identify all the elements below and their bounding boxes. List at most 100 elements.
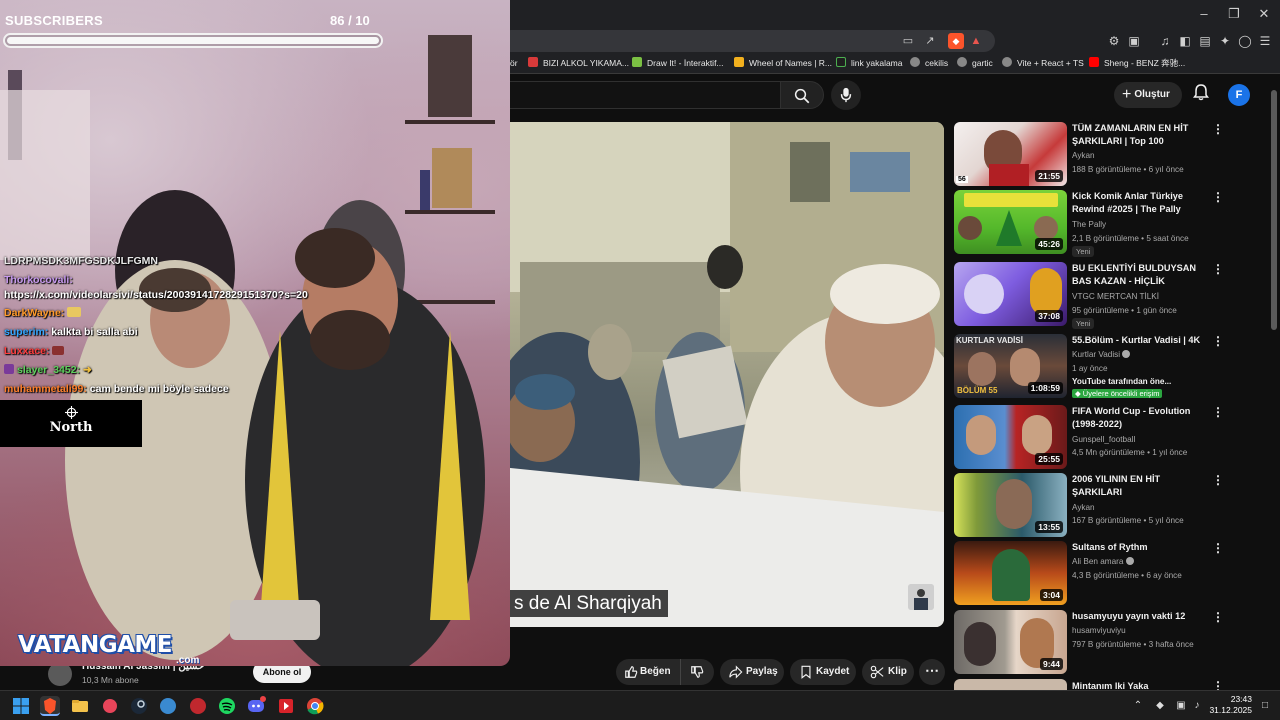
network-icon[interactable]: ▣ [1174,699,1188,713]
video-player[interactable]: s de Al Sharqiyah [500,122,944,627]
like-button[interactable]: Beğen [616,659,680,685]
video-options-icon[interactable]: ⋮ [1212,190,1224,206]
wallet-icon[interactable]: ▤ [1196,32,1214,50]
bookmark-4[interactable]: link yakalama [836,56,903,71]
video-thumbnail[interactable]: 13:55 [954,473,1067,537]
video-options-icon[interactable]: ⋮ [1212,122,1224,138]
video-thumbnail[interactable]: 3:04 [954,541,1067,605]
video-title[interactable]: FIFA World Cup - Evolution (1998-2022) [1072,405,1212,431]
leo-ai-icon[interactable]: ✦ [1216,32,1234,50]
channel-watermark[interactable] [908,584,934,610]
video-thumbnail[interactable]: KURTLAR VADİSİ BÖLÜM 55 1:08:59 [954,334,1067,398]
tray-overflow-icon[interactable]: ⌃ [1131,699,1145,713]
video-title[interactable]: Sultans of Rythm [1072,541,1212,554]
video-title[interactable]: TÜM ZAMANLARIN EN HİT ŞARKILARI | Top 10… [1072,122,1212,148]
page-scrollbar[interactable] [1271,90,1277,330]
bookmark-1[interactable]: BIZI ALKOL YIKAMA... [528,56,629,71]
related-video-item[interactable]: Mintanım Iki Yaka ⋮ [954,679,1254,690]
video-options-icon[interactable]: ⋮ [1212,541,1224,557]
windows-start-icon[interactable] [11,696,31,716]
media-icon[interactable]: ♫ [1156,32,1174,50]
file-explorer-icon[interactable] [70,696,90,716]
video-thumbnail[interactable]: 37:08 [954,262,1067,326]
valorant-icon[interactable] [100,696,120,716]
app-icon[interactable] [158,696,178,716]
brave-taskbar-icon[interactable] [40,696,60,716]
video-channel-wrap[interactable]: Ali Ben amara [1072,557,1134,566]
tab-search-icon[interactable]: ▣ [1125,32,1143,50]
video-channel[interactable]: The Pally [1072,220,1106,229]
video-channel[interactable]: VTGC MERTCAN TİLKİ [1072,292,1159,301]
cast-icon[interactable]: ▭ [900,33,916,49]
video-thumbnail[interactable]: 25:55 [954,405,1067,469]
steam-icon[interactable] [129,696,149,716]
volume-icon[interactable]: ♪ [1190,699,1204,713]
related-video-item[interactable]: 13:55 2006 YILININ EN HİT ŞARKILARI Ayka… [954,473,1254,537]
extensions-icon[interactable]: ⚙ [1105,32,1123,50]
video-title[interactable]: 2006 YILININ EN HİT ŞARKILARI [1072,473,1212,499]
notification-center-icon[interactable]: □ [1258,699,1272,713]
related-video-item[interactable]: 56 21:55 TÜM ZAMANLARIN EN HİT ŞARKILARI… [954,122,1254,186]
bookmark-7[interactable]: Vite + React + TS [1002,56,1084,71]
clip-button[interactable]: Klip [862,659,914,685]
video-options-icon[interactable]: ⋮ [1212,262,1224,278]
search-input[interactable] [500,81,780,109]
share-page-icon[interactable]: ↗ [922,33,938,49]
account-avatar[interactable]: F [1228,84,1250,106]
video-title[interactable]: Kick Komik Anlar Türkiye Rewind #2025 | … [1072,190,1212,216]
restore-button[interactable]: ❐ [1220,5,1248,23]
brave-rewards-icon[interactable]: ▲ [968,33,984,49]
voice-search-button[interactable] [831,80,861,110]
system-clock[interactable]: 23:43 31.12.2025 [1208,694,1252,716]
video-title[interactable]: BU EKLENTİYİ BULDUYSAN BAS KAZAN - HİÇLİ… [1072,262,1212,289]
bookmark-3[interactable]: Wheel of Names | R... [734,56,832,71]
app-red-icon[interactable] [188,696,208,716]
video-options-icon[interactable]: ⋮ [1212,610,1224,626]
video-options-icon[interactable]: ⋮ [1212,405,1224,421]
video-thumbnail[interactable]: 56 21:55 [954,122,1067,186]
minimize-button[interactable]: – [1190,5,1218,23]
related-video-item[interactable]: 37:08 BU EKLENTİYİ BULDUYSAN BAS KAZAN -… [954,262,1254,329]
video-channel-wrap[interactable]: Kurtlar Vadisi [1072,350,1131,359]
bookmark-2[interactable]: Draw It! - İnteraktif... [632,56,724,71]
related-video-item[interactable]: 45:26 Kick Komik Anlar Türkiye Rewind #2… [954,190,1254,257]
video-thumbnail[interactable] [954,679,1067,690]
video-title[interactable]: husamyuyu yayın vakti 12 [1072,610,1212,623]
chrome-icon[interactable] [305,696,325,716]
video-channel[interactable]: Ali Ben amara [1072,557,1123,566]
create-button[interactable]: + Oluştur [1114,82,1182,108]
related-video-item[interactable]: KURTLAR VADİSİ BÖLÜM 55 1:08:59 55.Bölüm… [954,334,1254,398]
video-options-icon[interactable]: ⋮ [1212,679,1224,690]
bookmark-0[interactable]: ör [510,56,518,71]
video-channel[interactable]: husamviyuviyu [1072,626,1126,635]
video-title[interactable]: 55.Bölüm - Kurtlar Vadisi | 4K [1072,334,1212,347]
more-actions-button[interactable]: ⋯ [919,659,945,685]
search-button[interactable] [780,81,824,109]
related-video-item[interactable]: 3:04 Sultans of Rythm Ali Ben amara 4,3 … [954,541,1254,605]
video-channel[interactable]: Gunspell_football [1072,435,1135,444]
vpn-icon[interactable]: ◯ [1236,32,1254,50]
app-red-arrow-icon[interactable] [276,696,296,716]
related-video-item[interactable]: 9:44 husamyuyu yayın vakti 12 husamviyuv… [954,610,1254,674]
video-thumbnail[interactable]: 9:44 [954,610,1067,674]
microphone-tray-icon[interactable]: ◆ [1153,699,1167,713]
video-channel[interactable]: Aykan [1072,503,1095,512]
video-options-icon[interactable]: ⋮ [1212,473,1224,489]
share-button[interactable]: Paylaş [720,659,784,685]
video-channel[interactable]: Kurtlar Vadisi [1072,350,1120,359]
notifications-button[interactable] [1190,83,1212,105]
dislike-button[interactable] [680,659,714,685]
discord-icon[interactable] [246,696,266,716]
video-thumbnail[interactable]: 45:26 [954,190,1067,254]
spotify-icon[interactable] [217,696,237,716]
bookmark-8[interactable]: Sheng - BENZ 奔驰... [1089,56,1185,71]
address-bar[interactable]: ▭ ↗ ◆ ▲ [500,30,995,52]
close-window-button[interactable]: ✕ [1250,5,1278,23]
sidebar-toggle-icon[interactable]: ◧ [1176,32,1194,50]
save-button[interactable]: Kaydet [790,659,856,685]
video-options-icon[interactable]: ⋮ [1212,334,1224,350]
video-channel[interactable]: Aykan [1072,151,1095,160]
related-video-item[interactable]: 25:55 FIFA World Cup - Evolution (1998-2… [954,405,1254,469]
menu-icon[interactable]: ☰ [1256,32,1274,50]
brave-shields-icon[interactable]: ◆ [948,33,964,49]
